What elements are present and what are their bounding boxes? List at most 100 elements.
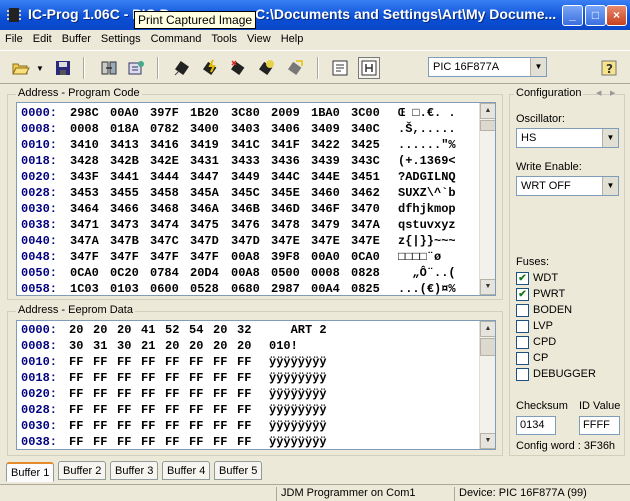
eeprom-byte[interactable]: 20 <box>237 339 251 353</box>
eeprom-scrollbar[interactable]: ▲ ▼ <box>479 321 495 449</box>
eeprom-byte[interactable]: FF <box>69 419 83 433</box>
code-word[interactable]: 1B20 <box>190 106 219 120</box>
program-scrollbar[interactable]: ▲ ▼ <box>479 103 495 295</box>
eeprom-byte[interactable]: 20 <box>165 339 179 353</box>
code-word[interactable]: 0CA0 <box>70 266 99 280</box>
scroll-thumb[interactable] <box>480 338 495 356</box>
eeprom-byte[interactable]: FF <box>141 387 155 401</box>
eeprom-byte[interactable]: 54 <box>189 323 203 337</box>
code-word[interactable]: 347E <box>311 234 340 248</box>
eeprom-byte[interactable]: FF <box>189 355 203 369</box>
prev-arrow-icon[interactable]: ◀ <box>596 89 601 97</box>
code-word[interactable]: 343F <box>70 170 99 184</box>
chevron-down-icon[interactable]: ▼ <box>530 58 546 76</box>
eeprom-byte[interactable]: FF <box>237 355 251 369</box>
help-icon[interactable]: ? <box>598 57 620 79</box>
code-word[interactable]: 3444 <box>150 170 179 184</box>
code-word[interactable]: 347E <box>351 234 380 248</box>
program-chip-icon[interactable] <box>199 57 221 79</box>
tab-buffer-2[interactable]: Buffer 2 <box>58 461 107 480</box>
code-word[interactable]: 018A <box>110 122 139 136</box>
eeprom-byte[interactable]: FF <box>237 435 251 449</box>
eeprom-byte[interactable]: FF <box>141 355 155 369</box>
code-word[interactable]: 3410 <box>70 138 99 152</box>
eeprom-byte[interactable]: FF <box>213 403 227 417</box>
code-word[interactable]: 3476 <box>231 218 260 232</box>
code-word[interactable]: 347D <box>190 234 219 248</box>
fuse-debugger-checkbox[interactable] <box>516 368 529 381</box>
code-word[interactable]: 0008 <box>70 122 99 136</box>
code-word[interactable]: 2987 <box>271 282 300 295</box>
eeprom-byte[interactable]: FF <box>69 355 83 369</box>
eeprom-byte[interactable]: 21 <box>141 339 155 353</box>
code-word[interactable]: 39F8 <box>271 250 300 264</box>
erase-chip-icon[interactable] <box>227 57 249 79</box>
eeprom-byte[interactable]: 20 <box>93 323 107 337</box>
eeprom-byte[interactable]: FF <box>213 435 227 449</box>
code-word[interactable]: 347A <box>70 234 99 248</box>
save-icon[interactable] <box>52 57 74 79</box>
code-word[interactable]: 0825 <box>351 282 380 295</box>
device-select[interactable]: PIC 16F877A ▼ <box>428 57 547 77</box>
code-word[interactable]: 1C03 <box>70 282 99 295</box>
assembler-view-icon[interactable] <box>329 57 351 79</box>
tab-buffer-3[interactable]: Buffer 3 <box>110 461 159 480</box>
chevron-down-icon[interactable]: ▼ <box>602 129 618 147</box>
swap-bytes-icon[interactable] <box>98 57 120 79</box>
code-word[interactable]: 344C <box>271 170 300 184</box>
eeprom-byte[interactable]: FF <box>69 403 83 417</box>
eeprom-byte[interactable]: FF <box>117 419 131 433</box>
code-word[interactable]: 347F <box>70 250 99 264</box>
menu-buffer[interactable]: Buffer <box>57 30 96 49</box>
code-word[interactable]: 00A4 <box>311 282 340 295</box>
verify-chip-icon[interactable] <box>255 57 277 79</box>
code-word[interactable]: 3471 <box>70 218 99 232</box>
checksum-field[interactable]: 0134 <box>516 416 556 435</box>
code-word[interactable]: 342B <box>110 154 139 168</box>
eeprom-byte[interactable]: FF <box>237 387 251 401</box>
eeprom-byte[interactable]: FF <box>69 371 83 385</box>
tab-buffer-5[interactable]: Buffer 5 <box>214 461 263 480</box>
code-word[interactable]: 3449 <box>231 170 260 184</box>
code-word[interactable]: 3C00 <box>351 106 380 120</box>
eeprom-byte[interactable]: FF <box>141 435 155 449</box>
code-word[interactable]: 346B <box>231 202 260 216</box>
maximize-button[interactable]: □ <box>585 5 606 26</box>
eeprom-byte[interactable]: 20 <box>117 323 131 337</box>
code-word[interactable]: 3470 <box>351 202 380 216</box>
code-word[interactable]: 3416 <box>150 138 179 152</box>
eeprom-byte[interactable]: FF <box>93 419 107 433</box>
close-button[interactable]: × <box>606 5 627 26</box>
menu-settings[interactable]: Settings <box>96 30 146 49</box>
eeprom-byte[interactable]: FF <box>165 371 179 385</box>
code-word[interactable]: 347C <box>150 234 179 248</box>
code-word[interactable]: 3475 <box>190 218 219 232</box>
code-word[interactable]: 00A8 <box>231 250 260 264</box>
fuse-cp-checkbox[interactable] <box>516 352 529 365</box>
code-word[interactable]: 345A <box>190 186 219 200</box>
menu-tools[interactable]: Tools <box>206 30 242 49</box>
code-word[interactable]: 3439 <box>311 154 340 168</box>
next-arrow-icon[interactable]: ▶ <box>610 89 615 97</box>
eeprom-byte[interactable]: FF <box>93 403 107 417</box>
eeprom-view[interactable]: ▲ ▼ 0000: 20 20 20 41 52 54 20 32 ART 2 0008: 30 31… <box>16 320 496 450</box>
code-word[interactable]: 347D <box>231 234 260 248</box>
scroll-thumb[interactable] <box>480 120 495 131</box>
code-word[interactable]: 340C <box>351 122 380 136</box>
code-word[interactable]: 3455 <box>110 186 139 200</box>
code-word[interactable]: 00A0 <box>311 250 340 264</box>
code-word[interactable]: 3453 <box>70 186 99 200</box>
code-word[interactable]: 3406 <box>271 122 300 136</box>
menu-command[interactable]: Command <box>146 30 207 49</box>
write-enable-select[interactable]: WRT OFF ▼ <box>516 176 619 196</box>
code-word[interactable]: 3462 <box>351 186 380 200</box>
eeprom-byte[interactable]: FF <box>93 355 107 369</box>
eeprom-byte[interactable]: 20 <box>69 323 83 337</box>
eeprom-byte[interactable]: 30 <box>69 339 83 353</box>
code-word[interactable]: 00A0 <box>110 106 139 120</box>
code-word[interactable]: 344E <box>311 170 340 184</box>
eeprom-byte[interactable]: 31 <box>93 339 107 353</box>
eeprom-byte[interactable]: FF <box>213 355 227 369</box>
eeprom-byte[interactable]: FF <box>213 419 227 433</box>
code-word[interactable]: 0600 <box>150 282 179 295</box>
